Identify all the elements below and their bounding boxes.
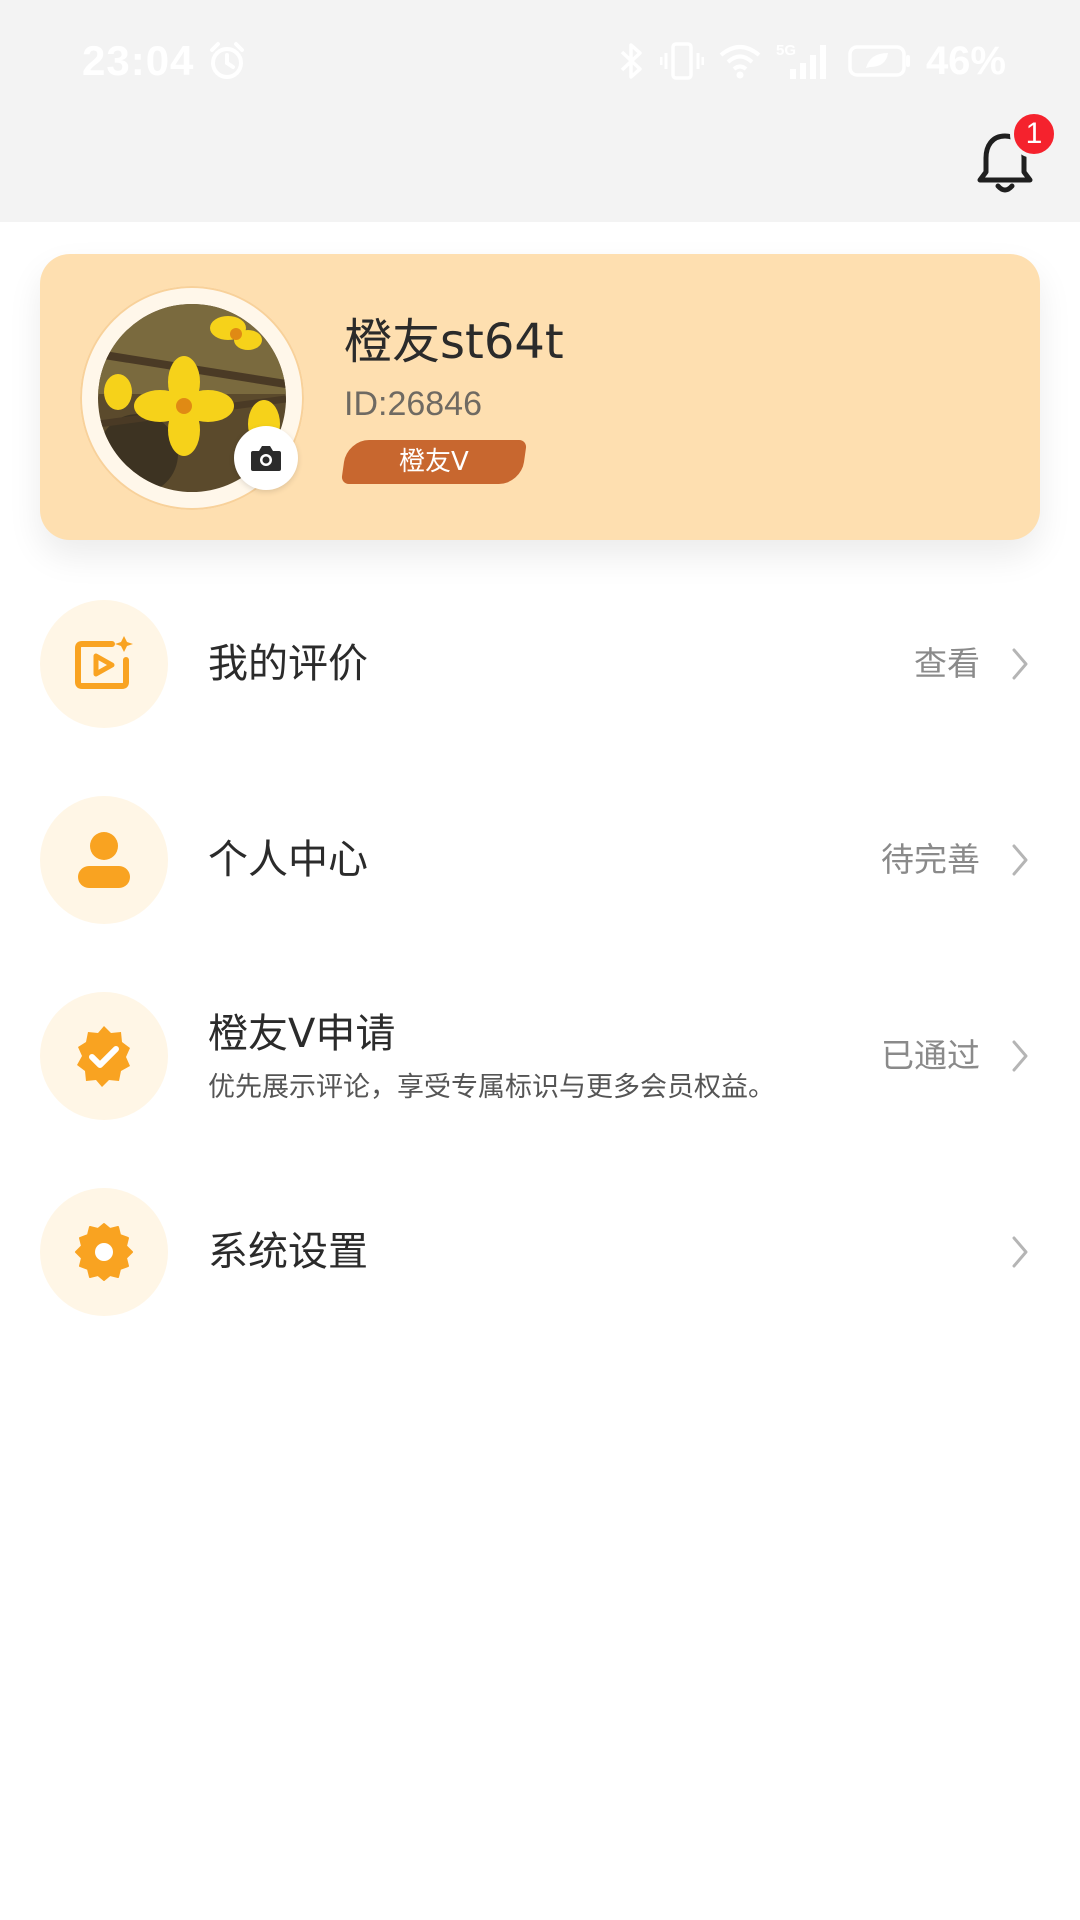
status-time: 23:04 [82,37,195,84]
menu-item-personal-center[interactable]: 个人中心 待完善 [40,796,1040,926]
menu-item-status: 已通过 [881,1036,980,1075]
chevron-right-icon [1012,844,1028,876]
change-avatar-button[interactable] [234,426,298,490]
menu-item-vip-application[interactable]: 橙友V申请 优先展示评论，享受专属标识与更多会员权益。 已通过 [40,992,1040,1122]
chevron-right-icon [1012,648,1028,680]
menu-item-title: 我的评价 [208,641,368,687]
menu-icon-bg [40,796,168,924]
camera-icon [251,446,281,471]
alarm-icon [210,42,244,79]
bluetooth-icon [620,43,642,79]
vip-badge: 橙友V [340,440,528,484]
menu-item-status: 查看 [914,644,980,683]
vip-badge-label: 橙友V [399,447,469,477]
user-icon [78,832,130,888]
menu-icon-bg [40,600,168,728]
menu-item-title: 橙友V申请 [208,1011,396,1057]
menu-item-title: 系统设置 [208,1229,368,1275]
menu-icon-bg [40,1188,168,1316]
profile-user-id: ID:26846 [344,385,482,423]
menu-item-status: 待完善 [881,840,980,879]
verified-badge-icon [77,1026,130,1087]
chevron-right-icon [1012,1040,1028,1072]
wifi-icon [719,45,761,79]
battery-icon [848,45,910,77]
top-bar: 23:04 5G 46% 1 [0,0,1080,222]
svg-text:5G: 5G [776,42,796,59]
review-video-icon [75,636,133,689]
vibrate-icon [659,42,704,80]
status-bar: 23:04 5G 46% [0,0,1080,122]
notification-count-badge: 1 [1010,110,1058,158]
menu-item-title: 个人中心 [208,837,368,883]
settings-gear-icon [75,1223,133,1281]
menu-item-my-reviews[interactable]: 我的评价 查看 [40,600,1040,730]
profile-nickname: 橙友st64t [344,314,564,370]
status-icons: 5G 46% [616,36,1006,86]
battery-percentage: 46% [925,39,1006,83]
menu-icon-bg [40,992,168,1120]
signal-5g-icon: 5G [776,42,826,79]
menu-item-system-settings[interactable]: 系统设置 [40,1188,1040,1318]
profile-card[interactable]: 橙友st64t ID:26846 橙友V [40,254,1040,540]
menu-item-subtitle: 优先展示评论，享受专属标识与更多会员权益。 [208,1072,775,1103]
chevron-right-icon [1012,1236,1028,1268]
